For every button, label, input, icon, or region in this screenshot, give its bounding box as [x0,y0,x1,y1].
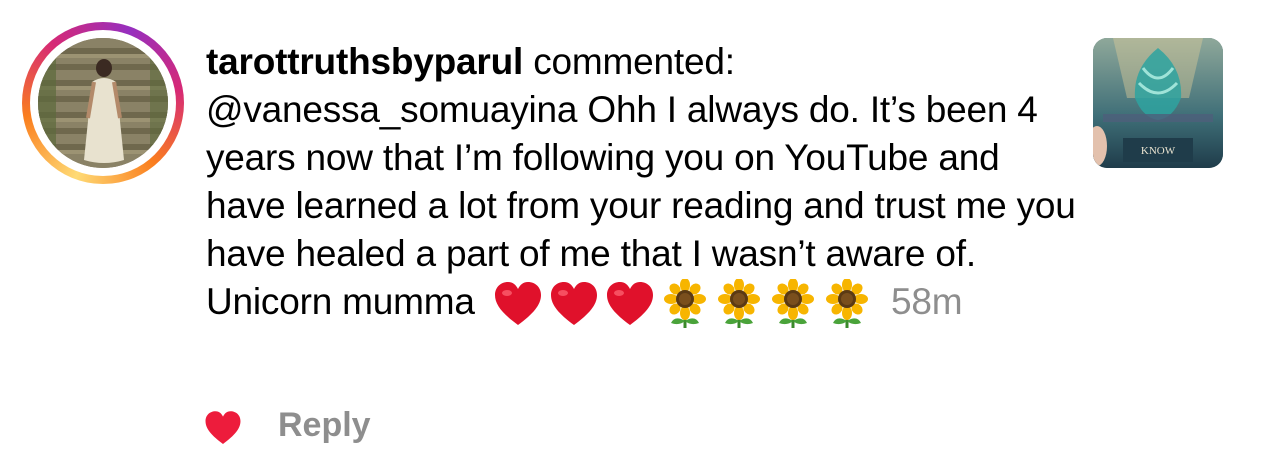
avatar-border [30,30,176,176]
username-link[interactable]: tarottruthsbyparul [206,41,523,82]
reply-button[interactable]: Reply [278,406,371,445]
comment-timestamp: 58m [890,281,963,322]
avatar[interactable] [38,38,168,168]
comment-notification: tarottruthsbyparul commented: @vanessa_s… [0,0,1262,474]
sunflower-icon [823,279,871,329]
comment-action: commented: [533,41,735,82]
svg-text:KNOW: KNOW [1141,145,1176,157]
red-heart-icon [493,281,543,327]
tarot-card-image: KNOW [1093,38,1223,168]
avatar-photo [38,38,168,168]
sunflower-icon [715,279,763,329]
sunflower-icon [769,279,817,329]
emoji-group [493,279,871,329]
comment-text: tarottruthsbyparul commented: @vanessa_s… [206,38,1086,329]
red-heart-icon [605,281,655,327]
sunflower-icon [661,279,709,329]
heart-icon [205,411,241,444]
story-ring[interactable] [22,22,184,184]
like-button[interactable] [204,409,242,447]
post-thumbnail[interactable]: KNOW [1093,38,1223,168]
red-heart-icon [549,281,599,327]
